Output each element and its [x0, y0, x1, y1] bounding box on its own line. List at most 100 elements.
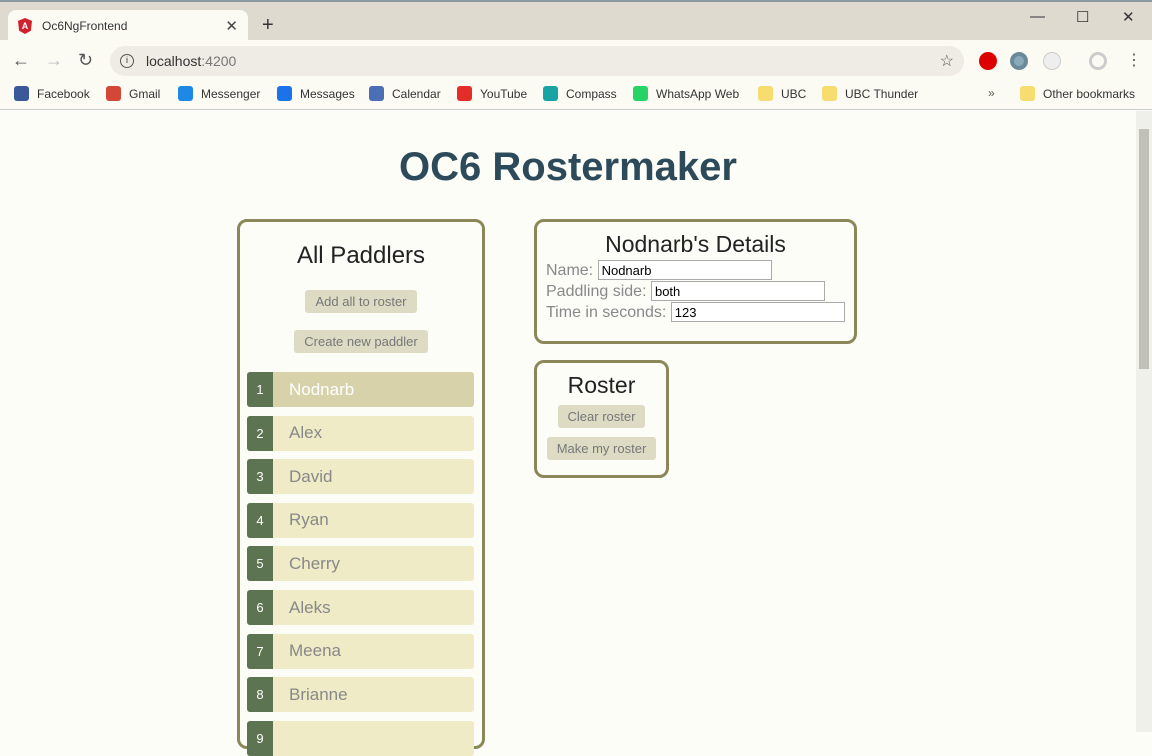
clear-roster-button[interactable]: Clear roster	[557, 405, 646, 428]
add-all-to-roster-button[interactable]: Add all to roster	[305, 290, 417, 313]
paddler-name: David	[289, 466, 333, 486]
maximize-icon[interactable]: ☐	[1076, 8, 1089, 26]
close-tab-icon[interactable]: ✕	[225, 17, 238, 35]
paddler-number-badge: 7	[247, 633, 273, 669]
bookmark-label: UBC Thunder	[845, 86, 919, 101]
bookmark-gmail[interactable]: Gmail	[106, 86, 160, 101]
angular-icon: A	[18, 18, 32, 34]
info-icon[interactable]: i	[120, 54, 134, 68]
bookmark-label: WhatsApp Web	[656, 86, 740, 101]
bookmark-icon	[369, 86, 384, 101]
paddler-name: Ryan	[289, 510, 329, 530]
forward-icon[interactable]: →	[45, 50, 63, 71]
time-input[interactable]	[670, 302, 845, 322]
name-input[interactable]	[597, 260, 772, 280]
profile-icon[interactable]	[1089, 52, 1107, 70]
bookmark-ubc[interactable]: UBC	[758, 86, 806, 101]
paddler-number-badge: 9	[247, 720, 273, 756]
bookmark-icon	[822, 86, 837, 101]
paddler-item[interactable]: 1 Nodnarb	[247, 372, 474, 407]
minimize-icon[interactable]: —	[1030, 8, 1045, 25]
paddler-name: Alex	[289, 423, 323, 443]
bookmark-label: Messenger	[201, 86, 261, 101]
other-bookmarks-label: Other bookmarks	[1043, 86, 1136, 101]
bookmark-compass[interactable]: Compass	[543, 86, 617, 101]
time-label: Time in seconds:	[546, 304, 667, 321]
reload-icon[interactable]: ↻	[78, 50, 93, 71]
create-new-paddler-button[interactable]: Create new paddler	[294, 330, 428, 353]
paddler-number-badge: 8	[247, 677, 273, 713]
bookmark-icon	[633, 86, 648, 101]
address-bar[interactable]: i localhost:4200 ☆	[110, 46, 964, 76]
bookmark-label: Gmail	[129, 86, 161, 101]
bookmark-facebook[interactable]: Facebook	[14, 86, 90, 101]
paddler-number-badge: 3	[247, 459, 273, 495]
paddler-item[interactable]: 3 David	[247, 459, 474, 495]
bookmark-icon	[14, 86, 29, 101]
bookmark-label: Facebook	[37, 86, 90, 101]
details-panel: Nodnarb's Details Name: Paddling side: T…	[534, 219, 857, 344]
paddler-item[interactable]: 6 Aleks	[247, 590, 474, 625]
bookmark-messenger[interactable]: Messenger	[178, 86, 260, 101]
roster-panel: Roster Clear roster Make my roster	[534, 360, 669, 478]
bookmark-icon	[277, 86, 292, 101]
bookmark-icon	[106, 86, 121, 101]
details-heading: Nodnarb's Details	[605, 231, 786, 257]
paddling-side-label: Paddling side:	[546, 283, 647, 300]
bookmark-label: Calendar	[392, 86, 441, 101]
scrollbar[interactable]	[1136, 111, 1152, 732]
menu-icon[interactable]: ⋮	[1126, 50, 1142, 70]
roster-heading: Roster	[567, 372, 636, 398]
opera-extension-icon[interactable]	[979, 52, 997, 70]
bookmark-label: UBC	[781, 86, 807, 101]
url-port: :4200	[201, 53, 237, 69]
paddler-name: Aleks	[289, 597, 331, 617]
bookmark-whatsapp-web[interactable]: WhatsApp Web	[633, 86, 739, 101]
folder-icon	[1020, 86, 1035, 101]
bookmark-icon	[178, 86, 193, 101]
paddling-side-input[interactable]	[650, 281, 825, 301]
other-bookmarks[interactable]: Other bookmarks	[1020, 86, 1135, 101]
bookmark-icon	[758, 86, 773, 101]
bookmark-label: Compass	[566, 86, 617, 101]
url-host: localhost	[146, 53, 202, 69]
bookmark-label: Messages	[300, 86, 355, 101]
paddler-number-badge: 2	[247, 415, 273, 451]
extension-icon[interactable]	[1010, 52, 1028, 70]
bookmarks-overflow[interactable]: »	[988, 86, 995, 100]
paddler-item[interactable]: 5 Cherry	[247, 546, 474, 582]
bookmark-icon	[543, 86, 558, 101]
bookmark-star-icon[interactable]: ☆	[940, 51, 954, 71]
new-tab-icon[interactable]: +	[262, 14, 274, 37]
bookmark-icon	[457, 86, 472, 101]
paddler-number-badge: 6	[247, 590, 273, 625]
paddler-item[interactable]: 4 Ryan	[247, 502, 474, 538]
tab-strip: A Oc6NgFrontend ✕ + — ☐ ✕	[0, 0, 1152, 42]
page-content: OC6 Rostermaker All Paddlers Add all to …	[0, 111, 1136, 756]
bookmark-label: YouTube	[480, 86, 528, 101]
bookmark-calendar[interactable]: Calendar	[369, 86, 441, 101]
back-icon[interactable]: ←	[12, 50, 30, 71]
make-roster-button[interactable]: Make my roster	[546, 437, 657, 460]
all-paddlers-panel: All Paddlers Add all to roster Create ne…	[237, 219, 485, 756]
paddler-item[interactable]: 9	[247, 720, 474, 756]
eyedropper-extension-icon[interactable]	[1043, 52, 1061, 70]
paddler-name: Meena	[289, 641, 341, 661]
page-title: OC6 Rostermaker	[399, 145, 737, 189]
bookmark-ubc-thunder[interactable]: UBC Thunder	[822, 86, 918, 101]
all-paddlers-heading: All Paddlers	[296, 242, 426, 269]
tab-title: Oc6NgFrontend	[42, 19, 128, 33]
close-window-icon[interactable]: ✕	[1122, 8, 1135, 26]
paddler-number-badge: 5	[247, 546, 273, 582]
scrollbar-thumb[interactable]	[1139, 129, 1149, 369]
paddler-number-badge: 1	[247, 372, 273, 407]
paddler-number-badge: 4	[247, 502, 273, 538]
paddler-item[interactable]: 2 Alex	[247, 415, 474, 451]
bookmarks-bar: » Other bookmarks Facebook Gmail Messenger…	[0, 82, 1152, 110]
paddler-item[interactable]: 7 Meena	[247, 633, 474, 669]
bookmark-messages[interactable]: Messages	[277, 86, 355, 101]
paddler-item[interactable]: 8 Brianne	[247, 677, 474, 713]
browser-tab[interactable]: A Oc6NgFrontend ✕	[8, 10, 248, 42]
paddler-name: Cherry	[289, 553, 341, 573]
bookmark-youtube[interactable]: YouTube	[457, 86, 527, 101]
